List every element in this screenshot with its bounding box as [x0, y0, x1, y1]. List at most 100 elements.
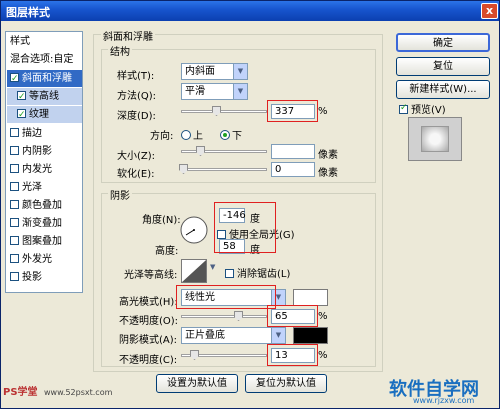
sidebar-item-label: 描边: [22, 128, 42, 139]
ok-button[interactable]: 确定: [396, 33, 490, 52]
checkbox: [225, 269, 234, 278]
shadow-mode-value: 正片叠底: [185, 330, 225, 341]
window-title: 图层样式: [6, 6, 50, 19]
checkbox[interactable]: [17, 107, 26, 124]
direction-label: 方向:: [150, 131, 174, 142]
checkbox[interactable]: [10, 236, 19, 245]
watermark-left: PS学堂 www.52psxt.com: [3, 383, 112, 398]
sidebar-item-blending-options[interactable]: 混合选项:自定: [7, 51, 82, 68]
method-select-value: 平滑: [185, 86, 205, 97]
checkbox[interactable]: [10, 218, 19, 227]
chevron-down-icon: ▼: [271, 328, 285, 343]
sidebar-item-label: 外发光: [22, 254, 52, 265]
checkbox: [399, 103, 408, 114]
highlight-color-swatch[interactable]: [293, 289, 328, 306]
bevel-emboss-title: 斜面和浮雕: [101, 28, 155, 43]
close-icon[interactable]: x: [481, 3, 498, 19]
reset-default-button[interactable]: 复位为默认值: [245, 374, 327, 393]
sidebar-item-contour[interactable]: 等高线: [7, 88, 82, 106]
sidebar-item-gradient-overlay[interactable]: 渐变叠加: [7, 215, 82, 232]
sidebar-item-stroke[interactable]: 描边: [7, 125, 82, 142]
sidebar-item-label: 内发光: [22, 164, 52, 175]
sidebar-item-label: 等高线: [29, 91, 59, 102]
style-label: 样式(T):: [117, 71, 155, 82]
highlight-opacity-unit: %: [318, 311, 328, 322]
direction-down-label: 下: [232, 131, 242, 142]
angle-dial[interactable]: [179, 215, 209, 245]
antialias-label: 消除锯齿(L): [237, 269, 291, 280]
shadow-color-swatch[interactable]: [293, 327, 328, 344]
make-default-button[interactable]: 设置为默认值: [156, 374, 238, 393]
gloss-contour-swatch[interactable]: [181, 259, 207, 283]
highlight-opacity-slider[interactable]: [181, 311, 267, 321]
soften-slider[interactable]: [179, 164, 267, 174]
direction-up-radio[interactable]: 上: [181, 127, 203, 142]
shadow-opacity-label: 不透明度(C):: [119, 355, 178, 366]
sidebar-item-label: 光泽: [22, 182, 42, 193]
size-slider[interactable]: [181, 146, 267, 156]
style-select[interactable]: 内斜面 ▼: [181, 63, 248, 80]
sidebar-item-satin[interactable]: 光泽: [7, 179, 82, 196]
sidebar-item-label: 投影: [22, 272, 42, 283]
watermark-right: 软件自学网 www.rjzxw.com: [389, 375, 497, 407]
sidebar-item-color-overlay[interactable]: 颜色叠加: [7, 197, 82, 214]
sidebar-item-label: 混合选项:自定: [10, 54, 74, 65]
chevron-down-icon: ▼: [233, 84, 247, 99]
style-list: 样式 混合选项:自定 斜面和浮雕 等高线 纹理 描边 内阴影 内发光 光泽 颜色…: [5, 31, 83, 293]
checkbox[interactable]: [10, 146, 19, 155]
sidebar-item-label: 纹理: [29, 109, 49, 120]
reset-button[interactable]: 复位: [396, 57, 490, 76]
highlight-box: [214, 202, 276, 253]
new-style-button[interactable]: 新建样式(W)...: [396, 80, 490, 99]
sidebar-item-bevel-emboss[interactable]: 斜面和浮雕: [7, 70, 82, 88]
highlight-opacity-label: 不透明度(O):: [119, 316, 179, 327]
size-input[interactable]: [271, 144, 315, 159]
sidebar-item-label: 图案叠加: [22, 236, 62, 247]
chevron-down-icon: ▼: [233, 64, 247, 79]
antialias-checkbox[interactable]: 消除锯齿(L): [225, 265, 290, 280]
shadow-opacity-slider[interactable]: [181, 350, 267, 360]
chevron-down-icon[interactable]: ▼: [210, 263, 215, 271]
watermark-right-url: www.rjzxw.com: [413, 396, 475, 405]
structure-title: 结构: [108, 43, 132, 58]
angle-label: 角度(N):: [142, 215, 181, 226]
shadow-opacity-unit: %: [318, 350, 328, 361]
watermark-left-url: www.52psxt.com: [44, 388, 113, 397]
shadow-mode-select[interactable]: 正片叠底 ▼: [181, 327, 286, 344]
contour-icon: [182, 260, 206, 282]
sidebar-item-label: 颜色叠加: [22, 200, 62, 211]
soften-label: 软化(E):: [117, 169, 155, 180]
preview-checkbox[interactable]: 预览(V): [399, 101, 446, 116]
sidebar-item-label: 渐变叠加: [22, 218, 62, 229]
checkbox[interactable]: [10, 272, 19, 281]
sidebar-item-texture[interactable]: 纹理: [7, 106, 82, 124]
size-label: 大小(Z):: [117, 151, 156, 162]
checkbox[interactable]: [17, 89, 26, 106]
highlight-box: [176, 285, 276, 309]
direction-down-radio[interactable]: 下: [220, 127, 242, 142]
sidebar-item-outer-glow[interactable]: 外发光: [7, 251, 82, 268]
checkbox[interactable]: [10, 128, 19, 137]
layer-style-dialog: 图层样式 x 样式 混合选项:自定 斜面和浮雕 等高线 纹理 描边 内阴影 内发…: [0, 0, 500, 409]
checkbox[interactable]: [10, 71, 19, 88]
sidebar-item-drop-shadow[interactable]: 投影: [7, 269, 82, 286]
sidebar-item-label: 内阴影: [22, 146, 52, 157]
checkbox[interactable]: [10, 254, 19, 263]
depth-slider[interactable]: [181, 106, 267, 116]
checkbox[interactable]: [10, 164, 19, 173]
depth-label: 深度(D):: [117, 111, 156, 122]
radio-icon: [181, 130, 191, 140]
direction-up-label: 上: [193, 131, 203, 142]
highlight-box: [267, 344, 318, 366]
radio-icon: [220, 130, 230, 140]
sidebar-item-inner-shadow[interactable]: 内阴影: [7, 143, 82, 160]
soften-input[interactable]: 0: [271, 162, 315, 177]
sidebar-item-pattern-overlay[interactable]: 图案叠加: [7, 233, 82, 250]
sidebar-item-styles[interactable]: 样式: [7, 33, 82, 50]
sidebar-item-inner-glow[interactable]: 内发光: [7, 161, 82, 178]
altitude-label: 高度:: [155, 246, 179, 257]
checkbox[interactable]: [10, 200, 19, 209]
highlight-mode-label: 高光模式(H):: [119, 297, 178, 308]
checkbox[interactable]: [10, 182, 19, 191]
method-select[interactable]: 平滑 ▼: [181, 83, 248, 100]
